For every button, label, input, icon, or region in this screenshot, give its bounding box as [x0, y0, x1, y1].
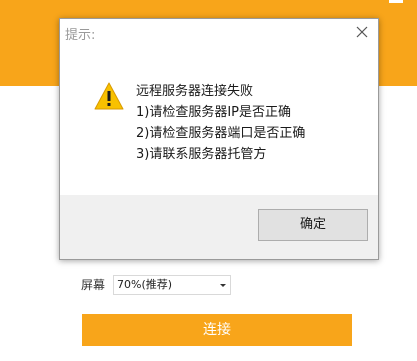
message-line: 远程服务器连接失败 — [136, 84, 254, 99]
dialog-title: 提示: — [65, 28, 96, 43]
warning-icon — [94, 82, 124, 110]
ok-button[interactable]: 确定 — [258, 209, 368, 241]
connect-button[interactable]: 连接 — [82, 314, 352, 346]
dialog-message: 远程服务器连接失败 1)请检查服务器IP是否正确 2)请检查服务器端口是否正确 … — [136, 81, 305, 165]
alert-dialog: 提示: 远程服务器连接失败 1)请检查服务器IP是否正确 2)请检查服务器端口是… — [59, 18, 379, 260]
message-line: 3)请联系服务器托管方 — [136, 147, 267, 162]
dialog-footer: 确定 — [60, 195, 378, 259]
close-icon[interactable] — [355, 25, 369, 39]
screen-select-value: 70%(推荐) — [117, 278, 173, 291]
dialog-body: 远程服务器连接失败 1)请检查服务器IP是否正确 2)请检查服务器端口是否正确 … — [60, 51, 378, 195]
minimize-icon[interactable] — [389, 0, 403, 3]
screen-select[interactable]: 70%(推荐) — [113, 275, 231, 295]
chevron-down-icon — [220, 284, 226, 287]
screen-label: 屏幕 — [81, 278, 106, 292]
message-line: 2)请检查服务器端口是否正确 — [136, 126, 306, 141]
message-line: 1)请检查服务器IP是否正确 — [136, 105, 292, 120]
